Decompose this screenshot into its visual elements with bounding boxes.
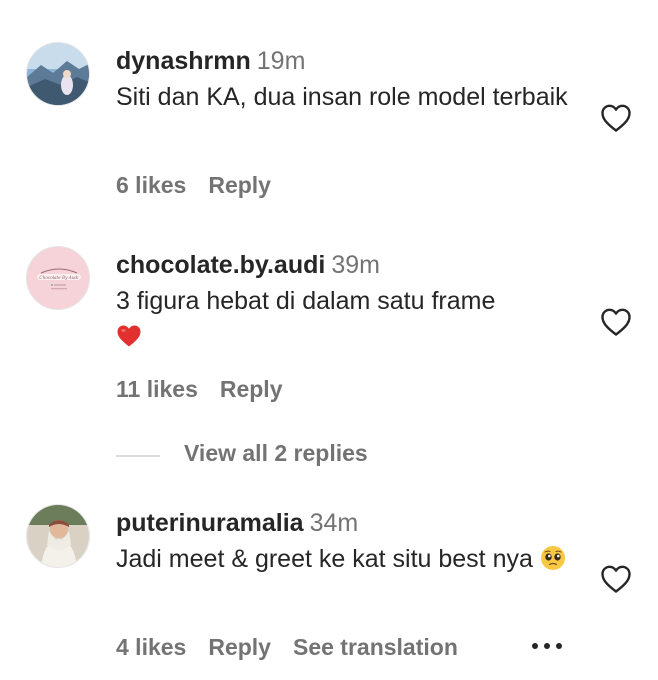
comment-item: dynashrmn 19m Siti dan KA, dua insan role… bbox=[0, 0, 658, 210]
username[interactable]: puterinuramalia bbox=[116, 509, 304, 537]
avatar-logo: Chocolate By Audi bbox=[27, 247, 89, 309]
likes-count[interactable]: 4 likes bbox=[116, 634, 186, 660]
timestamp[interactable]: 19m bbox=[257, 47, 306, 75]
comment-body: chocolate.by.audi 39m 3 figura hebat di d… bbox=[116, 250, 576, 355]
comment-actions: 6 likes Reply bbox=[116, 172, 293, 199]
comment-body: puterinuramalia 34m Jadi meet & greet ke … bbox=[116, 508, 576, 577]
comment-actions: 11 likes Reply bbox=[116, 376, 305, 403]
username[interactable]: chocolate.by.audi bbox=[116, 251, 325, 279]
timestamp[interactable]: 34m bbox=[310, 509, 359, 537]
comment-header: puterinuramalia 34m bbox=[116, 508, 576, 538]
reply-button[interactable]: Reply bbox=[208, 634, 271, 660]
reply-button[interactable]: Reply bbox=[208, 172, 271, 198]
heart-outline-icon[interactable] bbox=[600, 564, 632, 594]
comment-body: dynashrmn 19m Siti dan KA, dua insan role… bbox=[116, 46, 576, 115]
heart-outline-icon[interactable] bbox=[600, 307, 632, 337]
comment-text-content: Jadi meet & greet ke kat situ best nya bbox=[116, 545, 533, 573]
avatar-photo bbox=[27, 43, 89, 105]
view-replies-button[interactable]: View all 2 replies bbox=[184, 440, 368, 467]
avatar[interactable] bbox=[26, 504, 90, 568]
avatar[interactable] bbox=[26, 42, 90, 106]
comment-actions: 4 likes Reply See translation bbox=[116, 634, 480, 661]
comment-header: chocolate.by.audi 39m bbox=[116, 250, 576, 280]
comment-text-content: 3 figura hebat di dalam satu frame bbox=[116, 287, 496, 315]
username[interactable]: dynashrmn bbox=[116, 47, 251, 75]
avatar[interactable]: Chocolate By Audi bbox=[26, 246, 90, 310]
likes-count[interactable]: 11 likes bbox=[116, 376, 198, 402]
comment-text: Jadi meet & greet ke kat situ best nya 🥺 bbox=[116, 541, 576, 577]
comment-text: Siti dan KA, dua insan role model terbai… bbox=[116, 83, 568, 111]
avatar-photo bbox=[27, 505, 89, 567]
more-options-icon[interactable] bbox=[530, 641, 564, 651]
heart-outline-icon[interactable] bbox=[600, 103, 632, 133]
reply-button[interactable]: Reply bbox=[220, 376, 283, 402]
comment-text: 3 figura hebat di dalam satu frame ❤️ bbox=[116, 283, 576, 355]
avatar-brand-text: Chocolate By Audi bbox=[39, 275, 79, 280]
timestamp[interactable]: 39m bbox=[331, 251, 380, 279]
see-translation-button[interactable]: See translation bbox=[293, 634, 458, 660]
comment-header: dynashrmn 19m bbox=[116, 46, 576, 76]
replies-divider-line bbox=[116, 455, 160, 457]
red-heart-icon bbox=[117, 325, 141, 347]
pleading-face-icon bbox=[540, 546, 565, 570]
likes-count[interactable]: 6 likes bbox=[116, 172, 186, 198]
